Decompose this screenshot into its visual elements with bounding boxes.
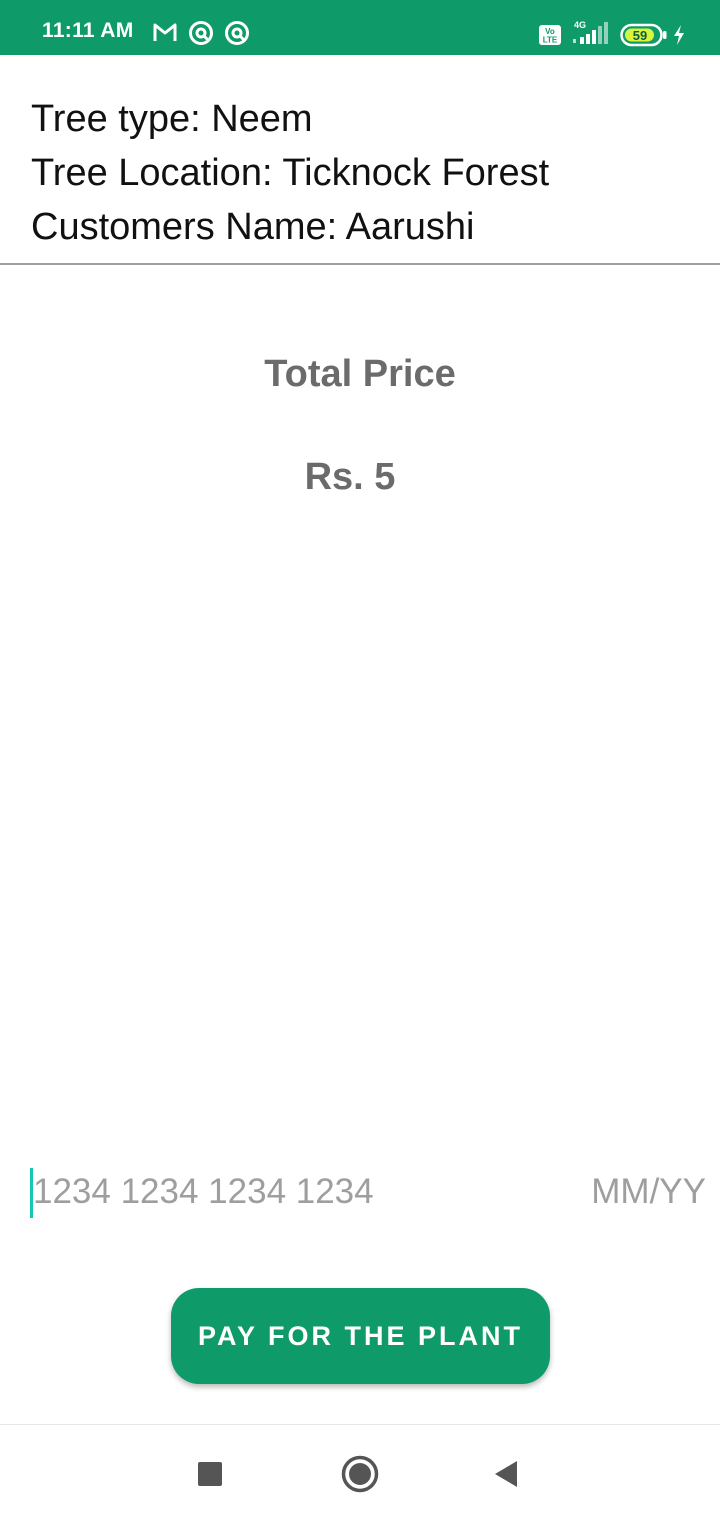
order-details: Tree type: Neem Tree Location: Ticknock … [31,92,691,254]
status-time: 11:11 AM [42,19,134,42]
tree-type-text: Tree type: Neem [31,98,313,140]
card-number-input[interactable] [33,1172,453,1212]
card-expiry-input[interactable] [566,1172,706,1212]
network-label: 4G [574,20,586,30]
tree-location-text: Tree Location: Ticknock Forest [31,152,550,194]
battery-icon: 59 [620,23,668,52]
pay-for-plant-button[interactable]: PAY FOR THE PLANT [171,1288,550,1384]
card-input[interactable] [30,1168,720,1220]
notification-app-icon [224,20,250,46]
status-bar: 11:11 AM Vo LTE 4G 59 [0,0,720,55]
gmail-icon [152,20,178,46]
total-price-title: Total Price [264,353,456,395]
home-circle-icon[interactable] [340,1454,380,1499]
recents-square-icon[interactable] [197,1461,223,1492]
customer-name-text: Customers Name: Aarushi [31,206,475,248]
charging-icon [672,24,686,51]
back-triangle-icon[interactable] [493,1459,519,1494]
navigation-bar [0,1424,720,1521]
4g-signal-icon: 4G [570,19,612,52]
notification-app-icon [188,20,214,46]
volte-label-bottom: LTE [543,36,558,45]
total-price-amount: Rs. 5 [304,456,396,498]
battery-level: 59 [633,28,647,43]
volte-icon: Vo LTE [538,24,562,51]
divider [0,263,720,265]
